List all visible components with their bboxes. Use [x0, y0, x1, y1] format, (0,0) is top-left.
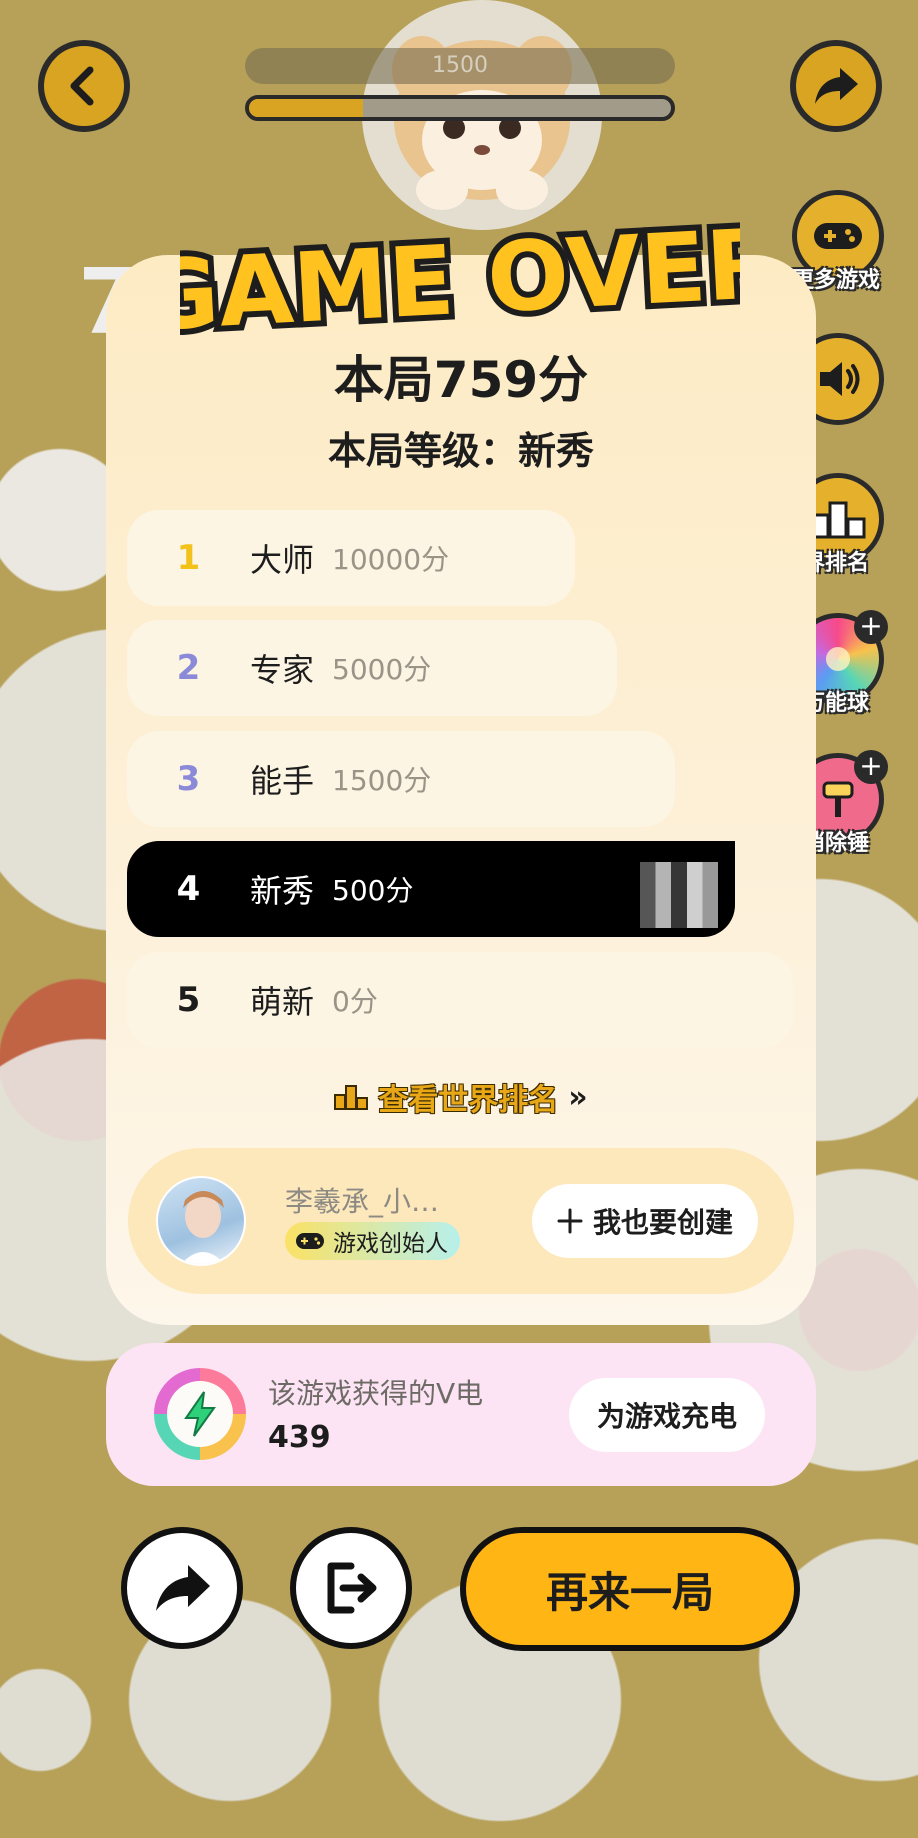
- rank-name: 大师: [250, 541, 315, 579]
- podium-icon: [334, 1085, 369, 1110]
- share-button[interactable]: [121, 1527, 243, 1649]
- view-world-rank-link[interactable]: 查看世界排名 »: [106, 1075, 816, 1119]
- creator-name: 李羲承_小…: [285, 1185, 440, 1218]
- view-world-rank-label: 查看世界排名: [378, 1083, 559, 1118]
- creator-badge-label: 游戏创始人: [333, 1231, 448, 1257]
- svg-text:GAME OVER: GAME OVER: [180, 207, 740, 352]
- creator-badge: 游戏创始人: [285, 1222, 460, 1260]
- energy-label: 该游戏获得的V电: [268, 1377, 484, 1410]
- podium-icon: [810, 501, 866, 539]
- rank-name: 新秀: [250, 872, 315, 910]
- rank-name: 萌新: [250, 983, 315, 1021]
- rainbow-ball-icon: [826, 647, 850, 671]
- rank-number: 2: [176, 648, 201, 688]
- rank-row-1: 1 大师 10000分: [127, 510, 575, 606]
- score-progress-fill: [249, 99, 363, 117]
- rank-score: 5000分: [332, 653, 432, 686]
- rank-number: 5: [176, 980, 201, 1020]
- gamepad-icon: [814, 223, 862, 249]
- round-score: 本局759分: [333, 351, 589, 409]
- create-game-label: 我也要创建: [592, 1206, 733, 1239]
- energy-badge: [154, 1368, 246, 1460]
- rank-row-2: 2 专家 5000分: [127, 620, 617, 716]
- rank-score: 500分: [332, 874, 414, 907]
- plus-icon: [557, 1208, 583, 1234]
- hammer-icon: [822, 781, 854, 817]
- speaker-icon: [820, 362, 860, 396]
- progress-target-label: 1500: [245, 48, 675, 84]
- score-progress-bar: [245, 95, 675, 121]
- back-button[interactable]: [38, 40, 130, 132]
- rank-score: 1500分: [332, 764, 432, 797]
- gamepad-icon: [296, 1233, 324, 1249]
- share-button-top[interactable]: [790, 40, 882, 132]
- rank-name: 专家: [250, 651, 315, 689]
- charge-game-button[interactable]: 为游戏充电: [569, 1378, 765, 1452]
- rank-score: 0分: [332, 985, 378, 1018]
- share-arrow-icon: [815, 68, 858, 104]
- rank-score: 10000分: [332, 543, 450, 576]
- share-arrow-icon: [156, 1565, 210, 1611]
- rank-number: 3: [176, 759, 201, 799]
- play-again-button[interactable]: 再来一局: [460, 1527, 800, 1651]
- exit-icon: [327, 1562, 377, 1614]
- rank-row-3: 3 能手 1500分: [127, 731, 675, 827]
- create-game-button[interactable]: 我也要创建: [532, 1184, 758, 1258]
- add-hammer-icon[interactable]: +: [854, 750, 888, 784]
- rank-name: 能手: [250, 762, 315, 800]
- chevron-left-icon: [70, 66, 94, 106]
- energy-value: 439: [268, 1420, 331, 1455]
- game-over-title: GAME OVER: [180, 205, 740, 355]
- player-marker-avatar: [640, 862, 718, 928]
- double-chevron-right-icon: »: [568, 1079, 588, 1115]
- rank-number: 1: [176, 538, 201, 578]
- lightning-icon: [184, 1391, 216, 1437]
- add-powerball-icon[interactable]: +: [854, 610, 888, 644]
- round-level: 本局等级：新秀: [327, 429, 594, 473]
- creator-avatar[interactable]: [156, 1176, 246, 1266]
- rank-row-5: 5 萌新 0分: [127, 952, 793, 1048]
- exit-button[interactable]: [290, 1527, 412, 1649]
- rank-number: 4: [176, 869, 201, 909]
